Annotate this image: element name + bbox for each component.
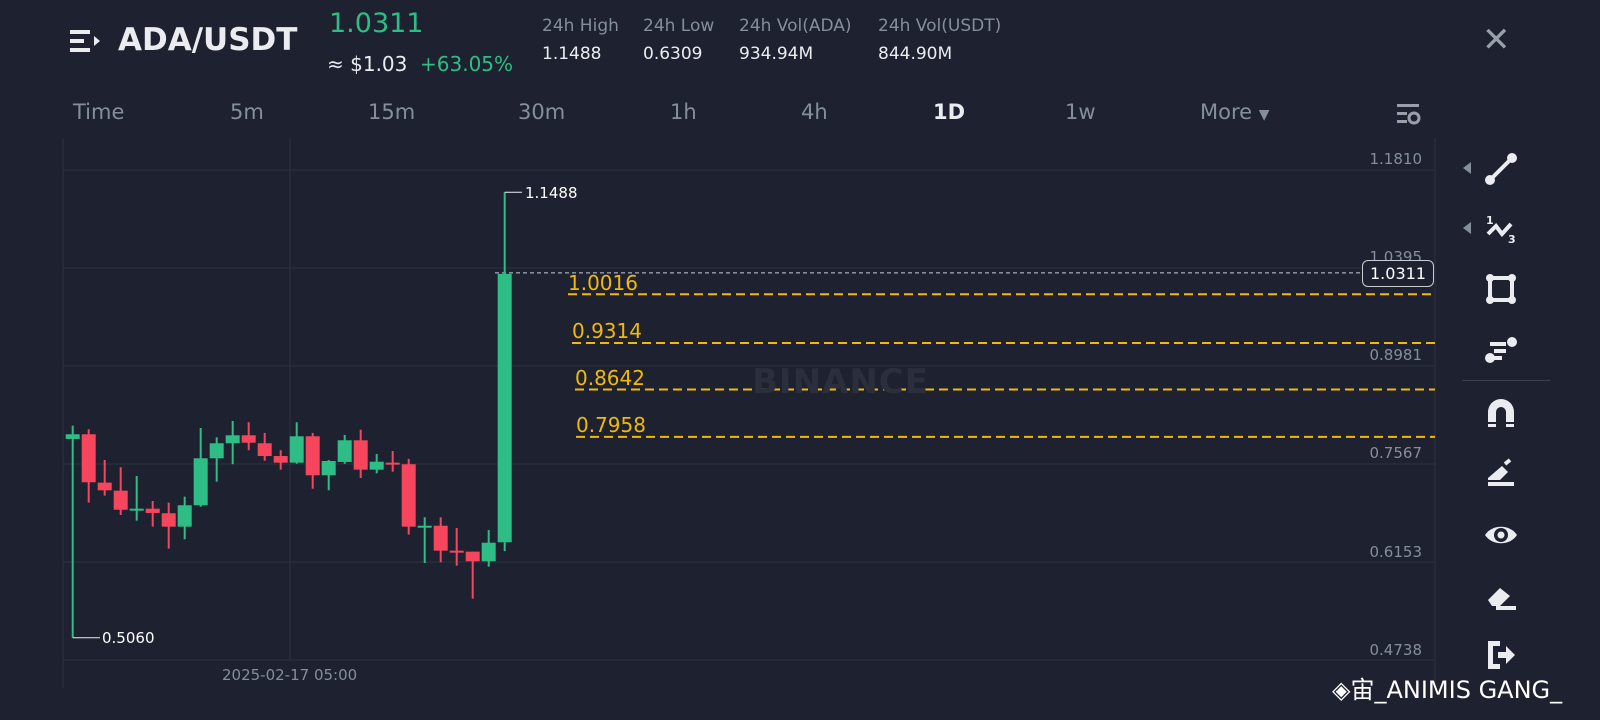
binance-watermark: BINANCE bbox=[752, 362, 929, 402]
fib-tool-icon[interactable]: 13 bbox=[1484, 212, 1518, 246]
watermark-signature: ◈宙_ANIMIS GANG_ bbox=[1332, 670, 1562, 705]
candle-body bbox=[65, 434, 80, 439]
low-marker: 0.5060 bbox=[102, 629, 155, 647]
watermark-text: BINANCE bbox=[752, 362, 929, 402]
candle-body bbox=[161, 513, 176, 527]
eraser-icon[interactable] bbox=[1484, 580, 1518, 614]
candle-body bbox=[129, 508, 144, 511]
candle-body bbox=[401, 464, 416, 527]
candle-body bbox=[449, 550, 464, 553]
svg-text:1: 1 bbox=[1486, 214, 1494, 227]
fib-label: 0.7958 bbox=[576, 413, 646, 437]
candle-body bbox=[113, 490, 128, 510]
expand-triangle-icon[interactable] bbox=[1463, 222, 1471, 234]
candle-body bbox=[353, 440, 368, 470]
candle-body bbox=[81, 434, 96, 483]
exit-icon[interactable] bbox=[1484, 638, 1518, 672]
rectangle-icon[interactable] bbox=[1484, 272, 1518, 306]
price-tick: 0.7567 bbox=[1369, 444, 1423, 462]
magnet-icon[interactable] bbox=[1484, 396, 1518, 430]
candlestick-chart[interactable] bbox=[0, 0, 1600, 720]
candle-body bbox=[433, 525, 448, 551]
current-price-tag: 1.0311 bbox=[1362, 260, 1434, 287]
candle-body bbox=[321, 461, 336, 476]
candle-body bbox=[289, 436, 304, 463]
candle-body bbox=[417, 525, 432, 528]
candle-body bbox=[193, 458, 208, 506]
candle-body bbox=[273, 456, 288, 463]
candle-body bbox=[241, 435, 256, 443]
candle-body bbox=[465, 551, 480, 562]
pencil-icon[interactable] bbox=[1484, 456, 1518, 490]
price-tick: 1.1810 bbox=[1369, 150, 1423, 168]
price-tick: 0.8981 bbox=[1369, 346, 1423, 364]
candle-body bbox=[177, 505, 192, 527]
binance-logo-icon: ◈ bbox=[1332, 676, 1351, 704]
candle-body bbox=[209, 443, 224, 459]
candle-body bbox=[97, 482, 112, 491]
toolbar-divider bbox=[1462, 380, 1550, 381]
svg-text:3: 3 bbox=[1508, 233, 1516, 246]
fib-label: 1.0016 bbox=[568, 271, 638, 295]
expand-triangle-icon[interactable] bbox=[1463, 162, 1471, 174]
candle-body bbox=[385, 462, 400, 465]
price-tick: 0.6153 bbox=[1369, 543, 1423, 561]
candle-body bbox=[305, 436, 320, 476]
candle-body bbox=[337, 440, 352, 462]
text-tool-icon[interactable] bbox=[1484, 332, 1518, 366]
price-tick: 0.4738 bbox=[1369, 641, 1423, 659]
fib-label: 0.9314 bbox=[572, 319, 642, 343]
candle-body bbox=[497, 273, 512, 543]
eye-icon[interactable] bbox=[1484, 518, 1518, 552]
high-marker: 1.1488 bbox=[525, 184, 578, 202]
candle-body bbox=[369, 461, 384, 470]
trend-line-icon[interactable] bbox=[1484, 152, 1518, 186]
time-axis-label: 2025-02-17 05:00 bbox=[222, 666, 358, 684]
signature-text: 宙_ANIMIS GANG_ bbox=[1350, 676, 1563, 704]
candle-body bbox=[145, 508, 160, 513]
candle-body bbox=[481, 542, 496, 562]
fib-label: 0.8642 bbox=[575, 366, 645, 390]
candle-body bbox=[257, 443, 272, 457]
candle-body bbox=[225, 435, 240, 444]
